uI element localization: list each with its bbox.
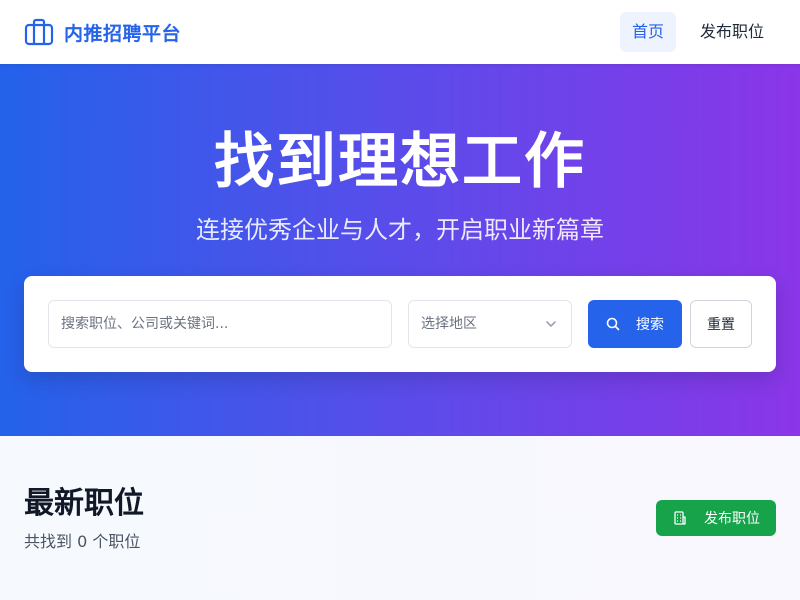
brand-logo[interactable]: 内推招聘平台 xyxy=(24,16,181,48)
post-job-button-label: 发布职位 xyxy=(704,511,760,527)
briefcase-icon xyxy=(24,18,54,46)
search-input[interactable] xyxy=(48,300,392,348)
nav-post-job-link[interactable]: 发布职位 xyxy=(684,12,780,52)
search-card: 选择地区 搜索 重置 xyxy=(24,276,776,372)
search-button[interactable]: 搜索 xyxy=(588,300,682,348)
nav-links: 首页 发布职位 xyxy=(619,12,780,52)
chevron-down-icon xyxy=(546,321,556,327)
search-button-label: 搜索 xyxy=(636,317,664,333)
job-count-text: 共找到 0 个职位 xyxy=(24,532,141,551)
reset-button[interactable]: 重置 xyxy=(690,300,752,348)
jobs-section: 最新职位 共找到 0 个职位 发布职位 xyxy=(0,436,800,600)
post-job-button[interactable]: 发布职位 xyxy=(656,500,776,536)
navbar: 内推招聘平台 首页 发布职位 xyxy=(0,0,800,64)
region-select[interactable]: 选择地区 xyxy=(408,300,572,348)
section-title: 最新职位 xyxy=(24,486,144,521)
region-select-value: 选择地区 xyxy=(421,316,477,332)
brand-name: 内推招聘平台 xyxy=(64,22,182,45)
hero-title: 找到理想工作 xyxy=(214,127,586,197)
hero-banner: 找到理想工作 连接优秀企业与人才，开启职业新篇章 选择地区 搜索 重置 xyxy=(0,64,800,436)
building-icon xyxy=(674,511,686,525)
hero-subtitle: 连接优秀企业与人才，开启职业新篇章 xyxy=(196,216,604,244)
nav-home-link[interactable]: 首页 xyxy=(619,12,676,52)
search-icon xyxy=(606,317,620,331)
